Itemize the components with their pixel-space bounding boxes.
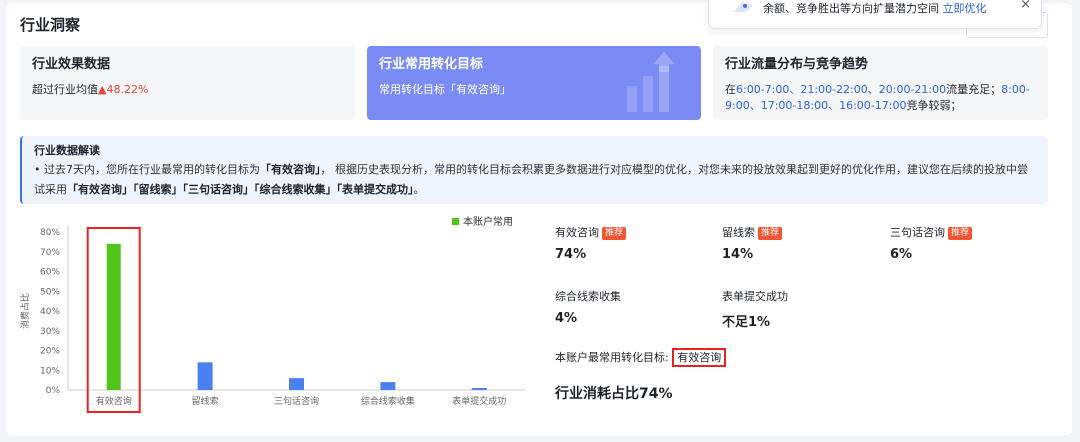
recommend-badge: 推荐 bbox=[948, 227, 973, 240]
traffic-mid: 流量充足； bbox=[946, 83, 1002, 96]
stat-leave-lead: 留线索 推荐 14% bbox=[722, 225, 783, 262]
stat-valid-consult: 有效咨询 推荐 74% bbox=[555, 225, 627, 262]
stat-label: 表单提交成功 bbox=[722, 290, 788, 303]
card-traffic-trend: 行业流量分布与竞争趋势 在6:00-7:00、21:00-22:00、20:00… bbox=[713, 46, 1048, 120]
x-tick-label: 表单提交成功 bbox=[452, 395, 506, 407]
optimization-notice: 余额、竞争胜出等方向扩量潜力空间 立即优化 × bbox=[708, 0, 1042, 29]
y-tick-label: 40% bbox=[40, 307, 60, 317]
account-common-goal: 本账户最常用转化目标: 有效咨询 bbox=[555, 348, 727, 367]
recommend-badge: 推荐 bbox=[602, 227, 627, 240]
stat-label: 三句话咨询 bbox=[890, 226, 945, 239]
interp-goal-list: 「有效咨询」「留线索」「三句话咨询」「综合线索收集」「表单提交成功」 bbox=[67, 183, 414, 196]
bar bbox=[106, 243, 121, 390]
bar bbox=[380, 382, 396, 390]
card-text: 超过行业均值 bbox=[32, 83, 98, 96]
interp-end: 。 bbox=[413, 183, 425, 196]
stat-value: 74% bbox=[555, 247, 587, 262]
stat-three-sentence: 三句话咨询 推荐 6% bbox=[890, 225, 973, 262]
close-icon[interactable]: × bbox=[1020, 0, 1031, 14]
page-title: 行业洞察 bbox=[20, 16, 81, 34]
account-common-value: 有效咨询 bbox=[672, 348, 727, 367]
optimize-link[interactable]: 立即优化 bbox=[943, 2, 987, 15]
consumption-bar-chart: 0% 10% 20% 30% 40% 50% 60% 70% 80% 消费占比有效咨询 留线索 三句话… bbox=[20, 210, 525, 420]
stat-value: 6% bbox=[890, 247, 913, 262]
bar bbox=[197, 362, 213, 390]
stat-form-submit: 表单提交成功 不足1% bbox=[722, 289, 788, 330]
y-tick-label: 60% bbox=[40, 268, 60, 278]
stat-value: 4% bbox=[555, 311, 578, 326]
stat-value: 不足1% bbox=[722, 315, 771, 330]
growth-value: ▲48.22% bbox=[98, 83, 149, 96]
x-tick-label: 三句话咨询 bbox=[274, 395, 319, 407]
traffic-prefix: 在 bbox=[725, 83, 736, 96]
y-tick-label: 50% bbox=[40, 287, 60, 297]
industry-share: 行业消耗占比74% bbox=[555, 386, 673, 402]
y-tick-label: 0% bbox=[46, 386, 61, 396]
y-tick-label: 20% bbox=[40, 347, 60, 357]
stat-label: 有效咨询 bbox=[555, 226, 599, 239]
traffic-suffix: 竞争较弱； bbox=[906, 99, 962, 112]
notice-text: 余额、竞争胜出等方向扩量潜力空间 bbox=[763, 2, 939, 15]
card-common-conversion: 行业常用转化目标 常用转化目标「有效咨询」 bbox=[367, 46, 701, 120]
card-industry-efficiency: 行业效果数据 超过行业均值▲48.22% bbox=[20, 46, 355, 120]
y-tick-label: 10% bbox=[40, 366, 60, 376]
rocket-icon bbox=[733, 2, 753, 12]
chart-svg: 0% 10% 20% 30% 40% 50% 60% 70% 80% 消费占比有效咨询 留线索 三句话… bbox=[20, 215, 525, 413]
bar-chart-decoration-icon bbox=[627, 52, 675, 112]
card-title: 行业流量分布与竞争趋势 bbox=[725, 57, 869, 72]
traffic-strong-hours: 6:00-7:00、21:00-22:00、20:00-21:00 bbox=[736, 83, 947, 96]
data-interpretation: 行业数据解读 • 过去7天内，您所在行业最常用的转化目标为「有效咨询」， 根据历… bbox=[20, 136, 1048, 204]
x-tick-label: 有效咨询 bbox=[96, 395, 132, 407]
card-title: 行业效果数据 bbox=[32, 57, 111, 72]
y-axis-label: 消费占比 bbox=[20, 293, 31, 329]
interpretation-title: 行业数据解读 bbox=[34, 144, 100, 157]
y-tick-label: 30% bbox=[40, 327, 60, 337]
y-tick-label: 70% bbox=[40, 248, 60, 258]
stat-label: 综合线索收集 bbox=[555, 290, 621, 303]
bar bbox=[471, 388, 487, 390]
y-tick-label: 80% bbox=[40, 228, 60, 238]
interp-text-1: • 过去7天内，您所在行业最常用的转化目标为 bbox=[34, 163, 260, 176]
stat-lead-collect: 综合线索收集 4% bbox=[555, 289, 621, 326]
x-tick-label: 综合线索收集 bbox=[361, 395, 415, 407]
recommend-badge: 推荐 bbox=[758, 227, 783, 240]
legend-label: 本账户常用 bbox=[463, 215, 513, 228]
account-common-label: 本账户最常用转化目标: bbox=[555, 351, 669, 364]
stat-value: 14% bbox=[722, 247, 754, 262]
x-tick-label: 留线索 bbox=[192, 395, 219, 407]
stat-label: 留线索 bbox=[722, 226, 755, 239]
bar bbox=[289, 378, 304, 390]
legend-swatch bbox=[452, 218, 459, 225]
interp-goal: 「有效咨询」 bbox=[259, 163, 321, 176]
